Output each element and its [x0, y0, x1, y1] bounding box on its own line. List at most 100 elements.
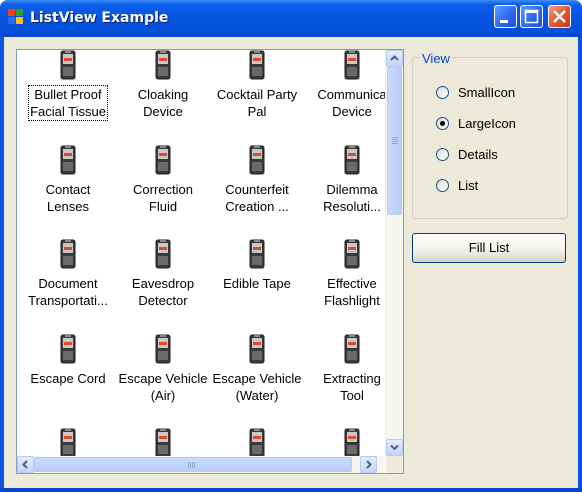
maximize-button[interactable]: [520, 5, 543, 28]
list-item[interactable]: Cloaking Device: [117, 50, 209, 120]
list-item-label-line1: Counterfeit: [225, 182, 289, 197]
arrow-up-icon: [390, 55, 399, 61]
list-item-label: Cocktail Party Pal: [216, 86, 298, 120]
arrow-down-icon: [390, 444, 399, 451]
list-item[interactable]: [117, 428, 209, 458]
list-item-label: Escape Cord: [29, 370, 106, 387]
title-bar[interactable]: ListView Example: [0, 0, 582, 37]
list-item-label-line2: (Air): [150, 388, 176, 403]
scroll-right-button[interactable]: [360, 456, 377, 473]
window-bottom-border: [0, 488, 582, 492]
list-item[interactable]: [22, 428, 114, 458]
device-icon: [60, 145, 76, 175]
fill-list-button[interactable]: Fill List: [412, 233, 566, 263]
list-item-icon: [154, 334, 172, 364]
list-item[interactable]: Escape Vehicle (Air): [117, 334, 209, 404]
arrow-left-icon: [22, 460, 28, 469]
device-icon: [155, 50, 171, 80]
scroll-left-button[interactable]: [17, 456, 34, 473]
device-icon: [344, 239, 360, 269]
device-icon: [155, 145, 171, 175]
list-item-label: Extracting Tool: [322, 370, 382, 404]
device-icon: [249, 145, 265, 175]
close-icon: [553, 10, 566, 23]
list-item-label-line2: Lenses: [47, 199, 89, 214]
radio-circle: [436, 86, 449, 99]
list-item-icon: [343, 334, 361, 364]
list-item[interactable]: Document Transportati...: [22, 239, 114, 309]
list-view[interactable]: Bullet Proof Facial Tissue Cloaking Device C…: [16, 49, 404, 474]
device-icon: [60, 50, 76, 80]
radio-circle: [436, 148, 449, 161]
list-item-label-line2: Device: [332, 104, 372, 119]
close-button[interactable]: [548, 5, 571, 28]
list-item-label-line1: Eavesdrop: [131, 276, 195, 291]
horizontal-scroll-thumb[interactable]: [34, 457, 352, 472]
list-item-label: Escape Vehicle (Air): [118, 370, 209, 404]
list-item[interactable]: Counterfeit Creation ...: [211, 145, 303, 215]
minimize-button[interactable]: [494, 5, 517, 28]
list-item-label: Escape Vehicle (Water): [212, 370, 303, 404]
list-item-label-line1: Correction: [133, 182, 193, 197]
list-item-label-line1: Escape Cord: [30, 371, 106, 386]
list-item-icon: [154, 239, 172, 269]
app-icon: [8, 9, 24, 25]
app-window: ListView Example Bullet Proof Facial Tiss…: [0, 0, 582, 492]
list-item[interactable]: Eavesdrop Detector: [117, 239, 209, 309]
list-item-label: Cloaking Device: [137, 86, 190, 120]
list-item[interactable]: Escape Vehicle (Water): [211, 334, 303, 404]
list-item-label: Correction Fluid: [132, 181, 194, 215]
list-item-icon: [248, 145, 266, 175]
list-item-icon: [343, 428, 361, 458]
arrow-right-icon: [366, 460, 372, 469]
list-item-label-line1: Bullet Proof: [34, 87, 102, 102]
list-item-label: Bullet Proof Facial Tissue: [28, 85, 108, 121]
list-item-label-line2: Resoluti...: [323, 199, 381, 214]
list-item-icon: [154, 145, 172, 175]
list-item-label-line1: Document: [38, 276, 98, 291]
scroll-down-button[interactable]: [386, 439, 403, 456]
list-item-label-line1: Escape Vehicle: [118, 371, 208, 386]
list-item[interactable]: Edible Tape: [211, 239, 303, 292]
list-item-icon: [59, 428, 77, 458]
client-area: Bullet Proof Facial Tissue Cloaking Device C…: [4, 37, 578, 488]
vertical-scrollbar[interactable]: [385, 50, 403, 456]
radio-circle: [436, 117, 449, 130]
vertical-scroll-thumb[interactable]: [387, 67, 402, 215]
device-icon: [155, 334, 171, 364]
device-icon: [155, 239, 171, 269]
list-item-label-line1: Extracting: [323, 371, 381, 386]
list-item-label-line1: Dilemma: [326, 182, 378, 197]
list-item-label-line2: Pal: [247, 104, 267, 119]
list-item-label-line2: Tool: [340, 388, 364, 403]
list-item[interactable]: Cocktail Party Pal: [211, 50, 303, 120]
radio-details-label: Details: [458, 147, 498, 162]
list-item-label-line2: Fluid: [148, 199, 178, 214]
list-item-icon: [154, 428, 172, 458]
list-item-label-line2: Device: [143, 104, 183, 119]
device-icon: [344, 428, 360, 458]
device-icon: [344, 145, 360, 175]
list-item-label-line2: Creation ...: [225, 199, 289, 214]
list-item-icon: [59, 50, 77, 80]
list-item[interactable]: Escape Cord: [22, 334, 114, 387]
list-item-label: Contact Lenses: [45, 181, 92, 215]
list-item-icon: [248, 334, 266, 364]
list-item-label-line1: Edible Tape: [223, 276, 291, 291]
list-item[interactable]: Contact Lenses: [22, 145, 114, 215]
list-item-label: Counterfeit Creation ...: [224, 181, 290, 215]
list-item[interactable]: Correction Fluid: [117, 145, 209, 215]
list-item-icon: [343, 239, 361, 269]
view-groupbox-title: View: [420, 51, 452, 66]
list-item-label-line2: Detector: [138, 293, 188, 308]
list-item-label-line1: Cocktail Party: [216, 87, 298, 102]
horizontal-scrollbar[interactable]: [17, 456, 385, 473]
list-item-label: Effective Flashlight: [323, 275, 381, 309]
device-icon: [60, 239, 76, 269]
scroll-up-button[interactable]: [386, 50, 403, 67]
list-item[interactable]: Bullet Proof Facial Tissue: [22, 50, 114, 121]
list-item-label: Dilemma Resoluti...: [322, 181, 382, 215]
device-icon: [249, 239, 265, 269]
device-icon: [249, 334, 265, 364]
list-item[interactable]: [211, 428, 303, 458]
